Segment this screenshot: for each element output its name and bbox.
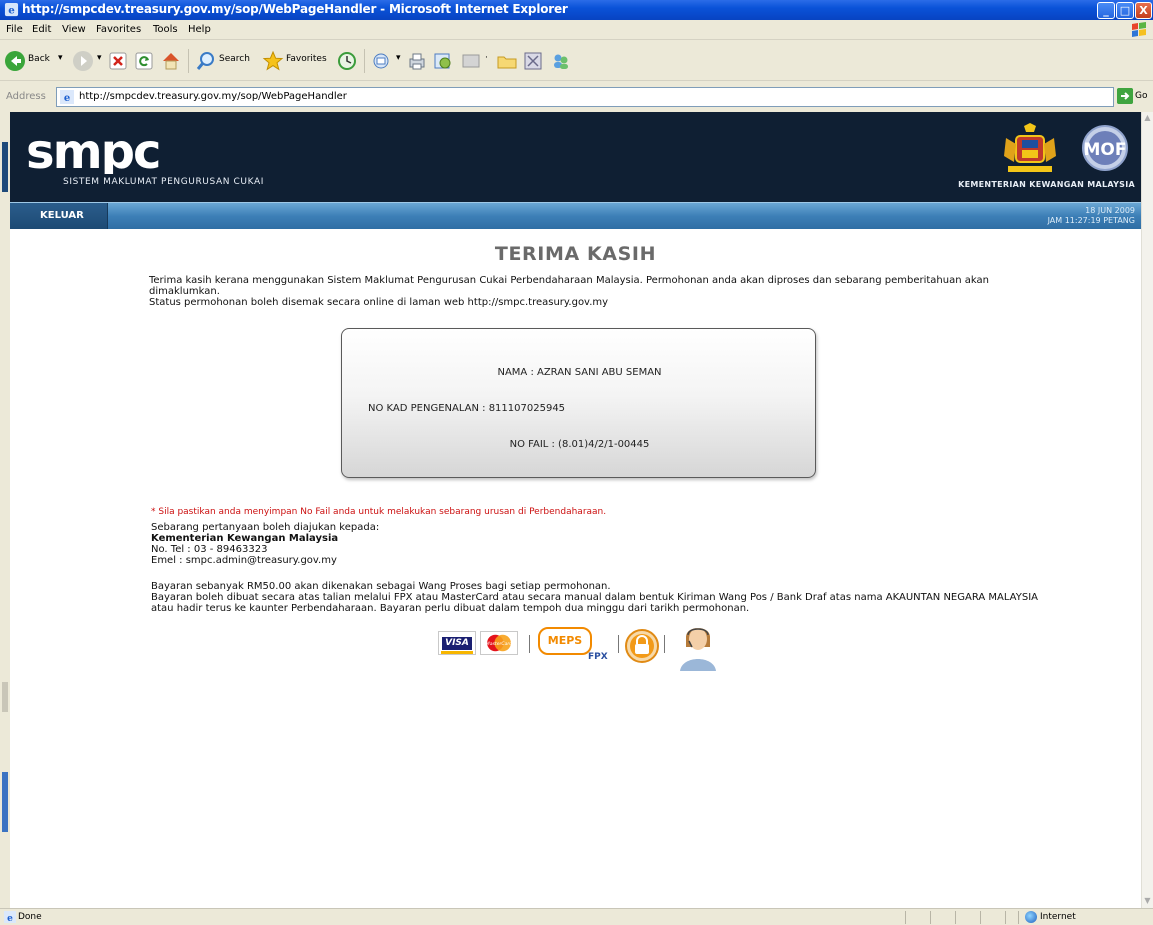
contact-intro: Sebarang pertanyaan boleh diajukan kepad… <box>151 522 380 533</box>
messenger-icon[interactable] <box>462 53 480 69</box>
menu-view[interactable]: View <box>62 24 86 35</box>
intro-line-2: Status permohonan boleh disemak secara o… <box>149 297 609 308</box>
menu-bar: File Edit View Favorites Tools Help <box>0 20 1153 40</box>
intro-text: Terima kasih kerana menggunakan Sistem M… <box>149 275 999 308</box>
research-icon[interactable] <box>432 49 454 73</box>
menu-help[interactable]: Help <box>188 24 211 35</box>
menu-favorites[interactable]: Favorites <box>96 24 141 35</box>
tools-icon[interactable] <box>522 49 544 73</box>
visa-logo-text: VISA <box>442 637 472 650</box>
support-agent-icon <box>680 628 716 671</box>
favorites-label[interactable]: Favorites <box>286 54 327 64</box>
site-header: smpc SISTEM MAKLUMAT PENGURUSAN CUKAI MO… <box>10 112 1141 202</box>
page-icon: e <box>60 90 74 104</box>
visa-logo: VISA <box>438 631 476 655</box>
date-time: 18 JUN 2009 JAM 11:27:19 PETANG <box>1048 206 1135 226</box>
page-title: TERIMA KASIH <box>494 243 657 265</box>
stop-icon[interactable] <box>108 51 128 71</box>
search-label[interactable]: Search <box>219 54 250 64</box>
address-url: http://smpcdev.treasury.gov.my/sop/WebPa… <box>79 91 347 102</box>
users-icon[interactable] <box>550 49 572 73</box>
left-frame-strip <box>0 112 10 908</box>
contact-phone: No. Tel : 03 - 89463323 <box>151 544 268 555</box>
ie-icon: e <box>4 2 19 16</box>
mof-logo-text: MOF <box>1084 140 1127 160</box>
secure-lock-icon <box>625 629 659 663</box>
intro-line-1: Terima kasih kerana menggunakan Sistem M… <box>149 275 989 297</box>
mail-icon[interactable] <box>372 49 394 73</box>
file-number: NO FAIL : (8.01)4/2/1-00445 <box>509 439 650 450</box>
nav-bar: KELUAR 18 JUN 2009 JAM 11:27:19 PETANG <box>10 202 1141 229</box>
internet-zone-icon <box>1025 911 1037 923</box>
ministry-name: KEMENTERIAN KEWANGAN MALAYSIA <box>958 180 1135 189</box>
vertical-scrollbar[interactable]: ▲ ▼ <box>1141 112 1153 908</box>
contact-organisation: Kementerian Kewangan Malaysia <box>151 533 339 544</box>
meps-logo: MEPS <box>538 627 592 655</box>
title-bar: e http://smpcdev.treasury.gov.my/sop/Web… <box>0 0 1153 20</box>
svg-text:e: e <box>8 4 15 16</box>
logout-button[interactable]: KELUAR <box>10 203 108 229</box>
print-icon[interactable] <box>406 49 428 73</box>
site-subtitle: SISTEM MAKLUMAT PENGURUSAN CUKAI <box>63 177 264 187</box>
scroll-down-icon[interactable]: ▼ <box>1142 895 1153 906</box>
minimize-button[interactable]: _ <box>1097 2 1115 19</box>
web-content: smpc SISTEM MAKLUMAT PENGURUSAN CUKAI MO… <box>10 112 1141 908</box>
toolbar: Back ▾ ▾ Search Favorites ▾ · <box>0 41 1153 81</box>
back-arrow-icon[interactable] <box>4 49 26 73</box>
browser-window: e http://smpcdev.treasury.gov.my/sop/Web… <box>0 0 1153 925</box>
contact-info: Sebarang pertanyaan boleh diajukan kepad… <box>151 522 1051 566</box>
forward-dropdown-icon[interactable]: ▾ <box>97 53 102 63</box>
status-text: Done <box>18 912 42 922</box>
security-zone: Internet <box>1040 912 1076 922</box>
current-date: 18 JUN 2009 <box>1085 206 1135 215</box>
application-info-box: NAMA : AZRAN SANI ABU SEMAN NO KAD PENGE… <box>341 328 816 478</box>
mastercard-logo: MasterCard <box>480 631 518 655</box>
payment-fee: Bayaran sebanyak RM50.00 akan dikenakan … <box>151 581 611 592</box>
search-icon[interactable] <box>195 49 217 73</box>
maximize-button[interactable]: □ <box>1116 2 1134 19</box>
scroll-up-icon[interactable]: ▲ <box>1142 112 1153 123</box>
messenger-dropdown-icon[interactable]: · <box>485 53 488 63</box>
window-title: http://smpcdev.treasury.gov.my/sop/WebPa… <box>22 2 568 16</box>
mastercard-logo-text: MasterCard <box>486 641 513 647</box>
payment-info: Bayaran sebanyak RM50.00 akan dikenakan … <box>151 581 1051 614</box>
svg-text:e: e <box>64 93 70 104</box>
folder-icon[interactable] <box>496 49 518 73</box>
back-dropdown-icon[interactable]: ▾ <box>58 53 63 63</box>
ic-number: NO KAD PENGENALAN : 811107025945 <box>368 403 566 414</box>
go-arrow-icon[interactable] <box>1117 88 1133 104</box>
current-time: JAM 11:27:19 PETANG <box>1047 216 1135 225</box>
save-file-warning: * Sila pastikan anda menyimpan No Fail a… <box>151 507 607 517</box>
mail-dropdown-icon[interactable]: ▾ <box>396 53 401 63</box>
contact-email: Emel : smpc.admin@treasury.gov.my <box>151 555 337 566</box>
payment-methods: Bayaran boleh dibuat secara atas talian … <box>151 592 1038 614</box>
go-button[interactable]: Go <box>1135 91 1147 101</box>
menu-edit[interactable]: Edit <box>32 24 51 35</box>
refresh-icon[interactable] <box>134 51 154 71</box>
address-input[interactable]: e http://smpcdev.treasury.gov.my/sop/Web… <box>56 87 1114 107</box>
favorites-star-icon[interactable] <box>262 49 284 73</box>
menu-file[interactable]: File <box>6 24 23 35</box>
forward-arrow-icon[interactable] <box>72 49 94 73</box>
mof-logo: MOF <box>1082 125 1128 171</box>
windows-logo-icon <box>1132 22 1146 37</box>
close-button[interactable]: X <box>1135 2 1152 19</box>
applicant-name: NAMA : AZRAN SANI ABU SEMAN <box>497 367 662 378</box>
smpc-logo-text: smpc <box>26 132 159 174</box>
address-bar: Address e http://smpcdev.treasury.gov.my… <box>0 82 1153 112</box>
back-label[interactable]: Back <box>28 54 50 64</box>
status-bar: e Done Internet <box>0 908 1153 925</box>
smpc-logo: smpc <box>26 132 161 174</box>
history-icon[interactable] <box>336 49 358 73</box>
menu-tools[interactable]: Tools <box>153 24 178 35</box>
malaysia-crest-icon <box>1004 123 1056 172</box>
page-done-icon: e <box>4 911 16 923</box>
address-label: Address <box>6 91 46 102</box>
svg-text:e: e <box>7 914 13 923</box>
fpx-logo: FPX <box>588 652 608 662</box>
home-icon[interactable] <box>160 49 182 73</box>
